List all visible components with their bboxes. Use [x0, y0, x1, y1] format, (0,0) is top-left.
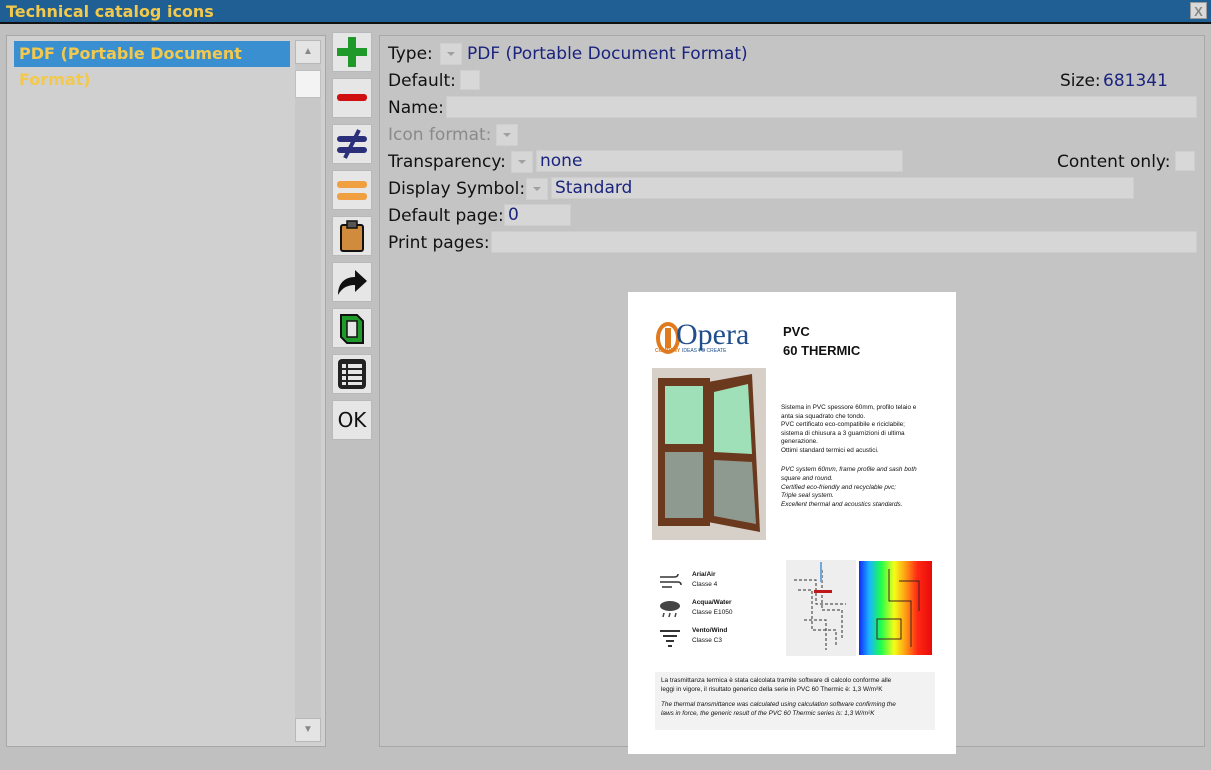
not-equal-icon	[337, 129, 367, 159]
rating-air-value: Classe 4	[692, 581, 718, 588]
rating-air-title: Aria/Air	[692, 571, 716, 578]
add-button[interactable]	[332, 32, 372, 72]
display-symbol-field[interactable]: Standard	[551, 177, 1134, 199]
note-it-line: leggi in vigore, il risultato generico d…	[661, 686, 883, 693]
type-label: Type:	[388, 44, 433, 64]
rating-wind-value: Classe C3	[692, 637, 722, 644]
icon-format-label: Icon format:	[388, 125, 492, 145]
print-pages-label: Print pages:	[388, 233, 490, 253]
rating-water-title: Acqua/Water	[692, 599, 732, 606]
scroll-thumb[interactable]	[295, 70, 321, 98]
type-dropdown[interactable]	[440, 43, 462, 65]
display-symbol-dropdown[interactable]	[526, 178, 548, 200]
description-en: PVC system 60mm, frame profile and sash …	[781, 466, 917, 510]
ok-button[interactable]: OK	[332, 400, 372, 440]
frame-button[interactable]	[332, 308, 372, 348]
list-scrollbar[interactable]: ▲ ▼	[295, 40, 321, 742]
desc-line: Excellent thermal and acoustics standard…	[781, 501, 903, 509]
desc-line: Sistema in PVC spessore 60mm, profilo te…	[781, 404, 917, 411]
logo-company: COMPANY	[655, 348, 681, 354]
compare-button[interactable]	[332, 124, 372, 164]
window-title: Technical catalog icons	[6, 2, 214, 21]
note-it-line: La trasmittanza termica è stata calcolat…	[661, 677, 892, 684]
desc-line: PVC system 60mm, frame profile and sash …	[781, 466, 917, 473]
logo-tagline: IDEAS TO CREATE	[682, 348, 727, 354]
rating-wind-title: Vento/Wind	[692, 627, 728, 634]
list-view-button[interactable]	[332, 354, 372, 394]
profile-section-drawing	[786, 560, 856, 656]
default-checkbox[interactable]	[460, 70, 480, 90]
desc-line: Triple seal system.	[781, 492, 834, 500]
close-button[interactable]: X	[1190, 2, 1207, 19]
rain-water-icon	[660, 601, 680, 618]
ok-label: OK	[337, 408, 367, 432]
window-photo	[652, 368, 766, 540]
icon-format-dropdown[interactable]	[496, 124, 518, 146]
thermal-map-image	[859, 561, 932, 655]
icon-list-panel: PDF (Portable Document Format) ▲ ▼	[6, 35, 326, 747]
print-pages-field[interactable]	[491, 231, 1197, 253]
default-page-label: Default page:	[388, 206, 504, 226]
minus-icon	[337, 94, 367, 101]
plus-icon	[337, 37, 367, 67]
list-grid-icon	[338, 359, 366, 389]
type-value: PDF (Portable Document Format)	[467, 44, 748, 64]
forward-button[interactable]	[332, 262, 372, 302]
clipboard-icon	[340, 220, 364, 252]
paste-button[interactable]	[332, 216, 372, 256]
default-page-field[interactable]: 0	[504, 204, 571, 226]
desc-line: anta sia squadrato che tondo.	[781, 412, 866, 420]
desc-line: Certified eco-friendly and recyclable pv…	[781, 483, 897, 491]
content-only-checkbox[interactable]	[1175, 151, 1195, 171]
wind-air-icon	[660, 573, 682, 588]
size-value: 681341	[1103, 71, 1168, 91]
note-en-line: laws in force, the generic result of the…	[661, 710, 875, 717]
name-label: Name:	[388, 98, 444, 118]
product-line1: PVC	[783, 324, 810, 339]
thermal-note-box: La trasmittanza termica è stata calcolat…	[655, 672, 935, 730]
equal-icon	[337, 181, 367, 200]
list-item-selected[interactable]: PDF (Portable Document Format)	[14, 41, 290, 89]
product-line2: 60 THERMIC	[783, 343, 861, 358]
display-symbol-label: Display Symbol:	[388, 179, 526, 199]
tornado-wind-icon	[660, 630, 680, 647]
name-field[interactable]	[446, 96, 1197, 118]
scroll-down-button[interactable]: ▼	[295, 718, 321, 742]
forward-arrow-icon	[338, 270, 367, 295]
transparency-field[interactable]: none	[536, 150, 903, 172]
note-en-line: The thermal transmittance was calculated…	[661, 701, 896, 708]
transparency-dropdown[interactable]	[511, 151, 533, 173]
title-bar: Technical catalog icons X	[0, 0, 1211, 24]
content-only-label: Content only:	[1057, 152, 1171, 172]
scroll-up-button[interactable]: ▲	[295, 40, 321, 64]
description-it: Sistema in PVC spessore 60mm, profilo te…	[781, 404, 916, 455]
size-label: Size:	[1060, 71, 1101, 91]
desc-line: sistema di chiusura a 3 guarnizioni di u…	[781, 429, 905, 437]
desc-line: generazione.	[781, 438, 818, 445]
desc-line: Ottimi standard termici ed acustici.	[781, 446, 879, 454]
desc-line: square and round.	[781, 474, 833, 482]
default-label: Default:	[388, 71, 456, 91]
equal-button[interactable]	[332, 170, 372, 210]
pdf-preview: Opera COMPANY IDEAS TO CREATE PVC 60 THE…	[628, 292, 956, 754]
desc-line: PVC certificato eco-compatibile e ricicl…	[781, 421, 905, 428]
opera-logo-text: Opera	[676, 318, 750, 351]
remove-button[interactable]	[332, 78, 372, 118]
transparency-label: Transparency:	[388, 152, 506, 172]
rating-water-value: Classe E1050	[692, 609, 733, 616]
green-frame-icon	[340, 314, 364, 344]
